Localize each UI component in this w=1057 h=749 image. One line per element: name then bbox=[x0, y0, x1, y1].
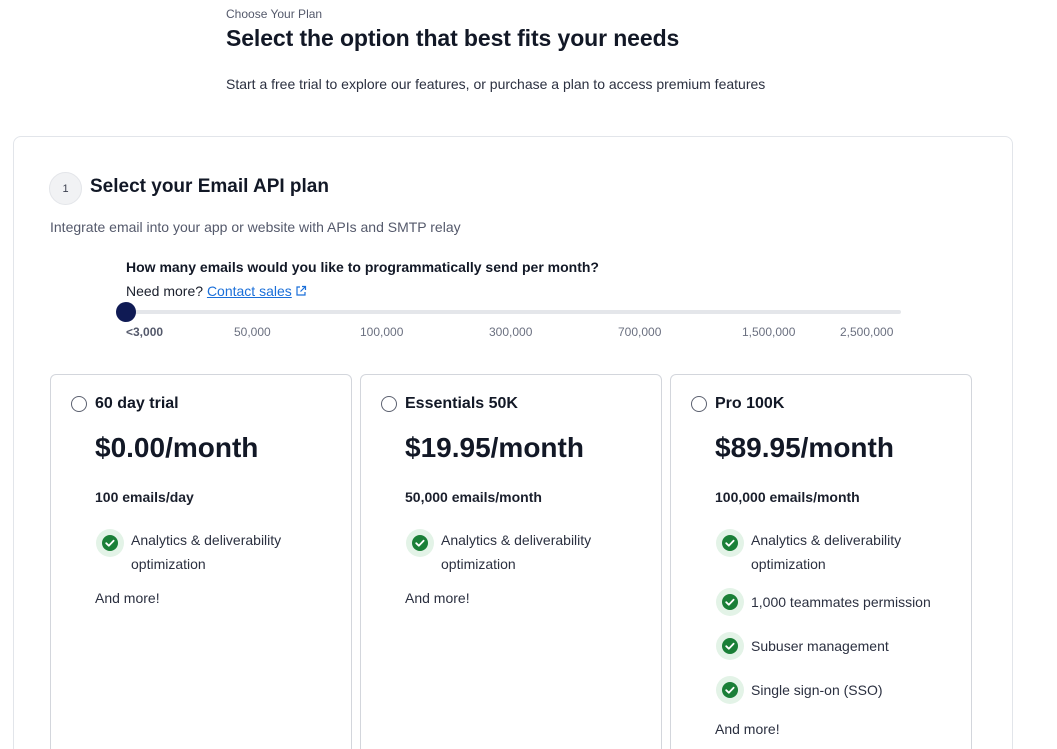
plan-price: $0.00/month bbox=[95, 432, 259, 463]
page-eyebrow: Choose Your Plan bbox=[226, 7, 323, 21]
check-circle-icon bbox=[716, 529, 744, 557]
plan-quota: 100 emails/day bbox=[95, 489, 194, 505]
feature-item: Subuser management bbox=[715, 631, 889, 661]
check-circle-icon bbox=[96, 529, 124, 557]
plan-quota: 100,000 emails/month bbox=[715, 489, 860, 505]
external-link-icon bbox=[296, 285, 306, 296]
check-circle-icon bbox=[716, 588, 744, 616]
plan-quota: 50,000 emails/month bbox=[405, 489, 542, 505]
slider-question: How many emails would you like to progra… bbox=[126, 259, 599, 275]
feature-item: Analytics & deliverability optimization bbox=[405, 528, 621, 576]
feature-text: Analytics & deliverability optimization bbox=[131, 532, 282, 572]
need-more-label: Need more? bbox=[126, 283, 204, 299]
feature-item: Analytics & deliverability optimization bbox=[715, 528, 931, 576]
radio-icon[interactable] bbox=[691, 396, 707, 412]
section-subtitle: Integrate email into your app or website… bbox=[50, 219, 461, 235]
plan-name: Essentials 50K bbox=[405, 395, 518, 412]
plan-price: $89.95/month bbox=[715, 432, 894, 463]
plan-card-trial[interactable]: 60 day trial $0.00/month 100 emails/day … bbox=[50, 374, 352, 749]
feature-text: Analytics & deliverability optimization bbox=[441, 532, 592, 572]
feature-text: Subuser management bbox=[751, 638, 889, 654]
feature-text: Analytics & deliverability optimization bbox=[751, 532, 902, 572]
plan-card-pro[interactable]: Pro 100K $89.95/month 100,000 emails/mon… bbox=[670, 374, 972, 749]
feature-item: Analytics & deliverability optimization bbox=[95, 528, 311, 576]
page-subtitle: Start a free trial to explore our featur… bbox=[226, 76, 766, 92]
check-circle-icon bbox=[406, 529, 434, 557]
radio-icon[interactable] bbox=[381, 396, 397, 412]
contact-sales-label: Contact sales bbox=[206, 283, 292, 299]
feature-item: 1,000 teammates permission bbox=[715, 587, 931, 617]
slider-tick-label[interactable]: 1,500,000 bbox=[742, 325, 795, 339]
plan-card-essentials[interactable]: Essentials 50K $19.95/month 50,000 email… bbox=[360, 374, 662, 749]
and-more-text: And more! bbox=[405, 590, 470, 606]
and-more-text: And more! bbox=[95, 590, 160, 606]
plan-price: $19.95/month bbox=[405, 432, 584, 463]
volume-slider-track[interactable] bbox=[126, 310, 901, 314]
check-circle-icon bbox=[716, 632, 744, 660]
plan-name: Pro 100K bbox=[715, 395, 785, 412]
plan-name: 60 day trial bbox=[95, 395, 179, 412]
slider-tick-label[interactable]: 2,500,000 bbox=[840, 325, 893, 339]
and-more-text: And more! bbox=[715, 721, 780, 737]
slider-tick-label[interactable]: 50,000 bbox=[234, 325, 271, 339]
feature-item: Single sign-on (SSO) bbox=[715, 675, 883, 705]
slider-tick-label[interactable]: 700,000 bbox=[618, 325, 661, 339]
feature-text: 1,000 teammates permission bbox=[751, 594, 931, 610]
page-title: Select the option that best fits your ne… bbox=[226, 25, 680, 51]
need-more-row: Need more? Contact sales bbox=[126, 283, 307, 299]
contact-sales-link[interactable]: Contact sales bbox=[207, 283, 307, 299]
radio-icon[interactable] bbox=[71, 396, 87, 412]
slider-tick-label[interactable]: 300,000 bbox=[489, 325, 532, 339]
slider-tick-label[interactable]: 100,000 bbox=[360, 325, 403, 339]
check-circle-icon bbox=[716, 676, 744, 704]
feature-text: Single sign-on (SSO) bbox=[751, 682, 883, 698]
step-number-badge: 1 bbox=[49, 172, 82, 205]
slider-tick-label[interactable]: <3,000 bbox=[126, 325, 163, 339]
volume-slider-thumb[interactable] bbox=[116, 302, 136, 322]
section-title: Select your Email API plan bbox=[90, 176, 329, 197]
